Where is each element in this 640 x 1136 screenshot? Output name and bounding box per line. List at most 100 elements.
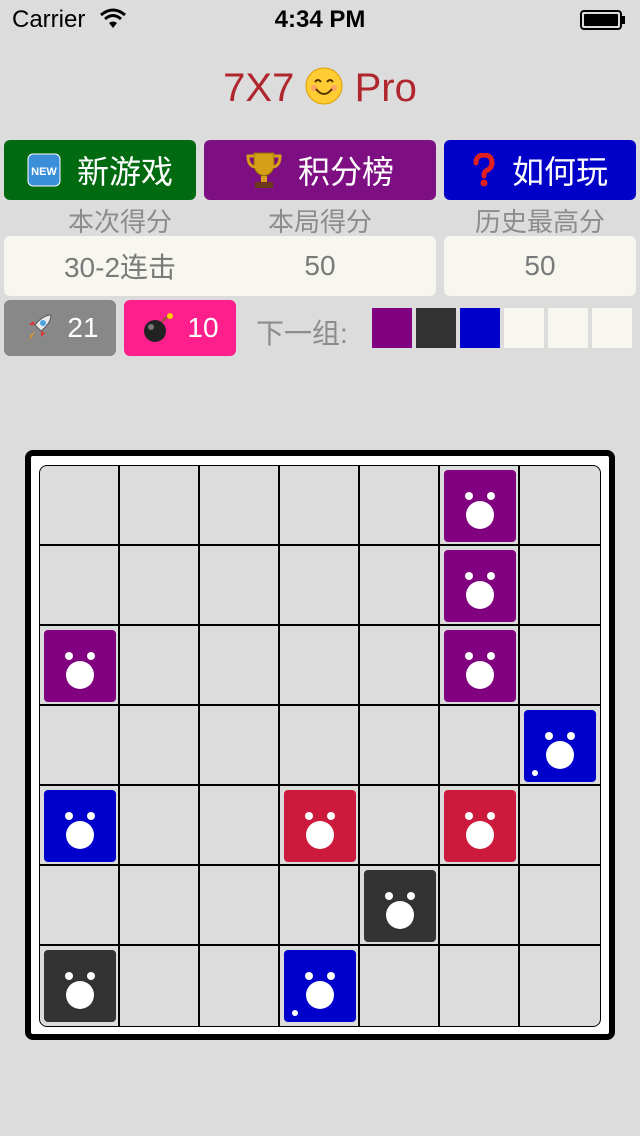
leaderboard-button[interactable]: 积分榜 xyxy=(204,140,436,200)
high-score-value: 50 xyxy=(444,236,636,296)
piece-eye xyxy=(567,732,575,740)
board-cell[interactable] xyxy=(280,546,360,626)
rocket-count: 21 xyxy=(67,312,99,343)
board-cell[interactable] xyxy=(200,866,280,946)
status-bar: Carrier 4:34 PM xyxy=(0,0,640,40)
board-cell[interactable] xyxy=(440,866,520,946)
piece-face xyxy=(306,821,334,849)
round-score-value: 50 xyxy=(204,236,436,296)
game-board[interactable] xyxy=(39,465,601,1027)
new-game-label: 新游戏 xyxy=(76,154,173,190)
board-cell[interactable] xyxy=(200,626,280,706)
game-piece[interactable] xyxy=(364,870,436,942)
game-piece[interactable] xyxy=(44,630,116,702)
board-cell[interactable] xyxy=(520,466,600,546)
piece-face xyxy=(466,581,494,609)
new-badge-icon: NEW xyxy=(27,153,61,187)
piece-eye xyxy=(465,572,473,580)
piece-eye xyxy=(545,732,553,740)
board-cell[interactable] xyxy=(360,466,440,546)
board-cell[interactable] xyxy=(40,546,120,626)
board-cell[interactable] xyxy=(520,866,600,946)
rocket-counter-button[interactable]: 21 xyxy=(4,300,116,356)
board-cell[interactable] xyxy=(200,946,280,1026)
bomb-icon xyxy=(144,313,174,342)
piece-eye xyxy=(487,812,495,820)
board-cell[interactable] xyxy=(200,546,280,626)
board-cell[interactable] xyxy=(520,546,600,626)
round-score-label: 本局得分 xyxy=(267,207,372,237)
board-cell[interactable] xyxy=(120,706,200,786)
next-group-square xyxy=(592,308,632,348)
board-cell[interactable] xyxy=(120,466,200,546)
board-cell[interactable] xyxy=(520,786,600,866)
board-cell[interactable] xyxy=(200,706,280,786)
smiling-face-icon xyxy=(305,67,343,105)
clock: 4:34 PM xyxy=(274,6,366,33)
board-cell[interactable] xyxy=(280,706,360,786)
next-group-square xyxy=(460,308,500,348)
title-left: 7X7 xyxy=(223,66,295,110)
piece-face xyxy=(306,981,334,1009)
board-cell[interactable] xyxy=(520,626,600,706)
game-piece[interactable] xyxy=(44,790,116,862)
game-piece[interactable] xyxy=(444,550,516,622)
next-group-square xyxy=(548,308,588,348)
piece-face xyxy=(466,821,494,849)
piece-eye xyxy=(327,812,335,820)
new-game-button[interactable]: NEW 新游戏 xyxy=(4,140,196,200)
board-cell[interactable] xyxy=(40,706,120,786)
game-piece[interactable] xyxy=(284,950,356,1022)
piece-eye xyxy=(487,572,495,580)
board-cell[interactable] xyxy=(440,706,520,786)
piece-face xyxy=(386,901,414,929)
next-group-square xyxy=(416,308,456,348)
bomb-counter-button[interactable]: 10 xyxy=(124,300,236,356)
piece-eye xyxy=(305,972,313,980)
game-piece[interactable] xyxy=(444,790,516,862)
piece-eye xyxy=(327,972,335,980)
game-piece[interactable] xyxy=(44,950,116,1022)
board-cell[interactable] xyxy=(40,466,120,546)
board-cell[interactable] xyxy=(120,866,200,946)
current-score-value: 30-2连击 xyxy=(4,236,236,296)
how-to-play-button[interactable]: 如何玩 xyxy=(444,140,636,200)
board-cell[interactable] xyxy=(360,946,440,1026)
trophy-icon xyxy=(246,152,282,188)
piece-eye xyxy=(87,972,95,980)
board-cell[interactable] xyxy=(120,946,200,1026)
piece-eye xyxy=(487,492,495,500)
game-piece[interactable] xyxy=(444,630,516,702)
bomb-count: 10 xyxy=(187,312,219,343)
board-cell[interactable] xyxy=(40,866,120,946)
piece-eye xyxy=(65,972,73,980)
board-cell[interactable] xyxy=(280,466,360,546)
piece-marker-dot xyxy=(532,770,538,776)
piece-face xyxy=(546,741,574,769)
game-piece[interactable] xyxy=(284,790,356,862)
board-cell[interactable] xyxy=(360,706,440,786)
piece-marker-dot xyxy=(292,1010,298,1016)
piece-face xyxy=(66,821,94,849)
board-cell[interactable] xyxy=(360,786,440,866)
board-cell[interactable] xyxy=(120,626,200,706)
board-cell[interactable] xyxy=(360,546,440,626)
board-cell[interactable] xyxy=(120,546,200,626)
board-cell[interactable] xyxy=(280,866,360,946)
game-piece[interactable] xyxy=(524,710,596,782)
piece-eye xyxy=(87,652,95,660)
next-group-square xyxy=(372,308,412,348)
piece-eye xyxy=(305,812,313,820)
board-cell[interactable] xyxy=(360,626,440,706)
board-cell[interactable] xyxy=(200,786,280,866)
next-group-square xyxy=(504,308,544,348)
board-cell[interactable] xyxy=(120,786,200,866)
board-cell[interactable] xyxy=(280,626,360,706)
game-piece[interactable] xyxy=(444,470,516,542)
board-cell[interactable] xyxy=(520,946,600,1026)
app-title: 7X7 Pro xyxy=(0,66,640,111)
board-cell[interactable] xyxy=(440,946,520,1026)
next-group-label: 下一组: xyxy=(256,318,348,349)
board-cell[interactable] xyxy=(200,466,280,546)
piece-face xyxy=(66,981,94,1009)
